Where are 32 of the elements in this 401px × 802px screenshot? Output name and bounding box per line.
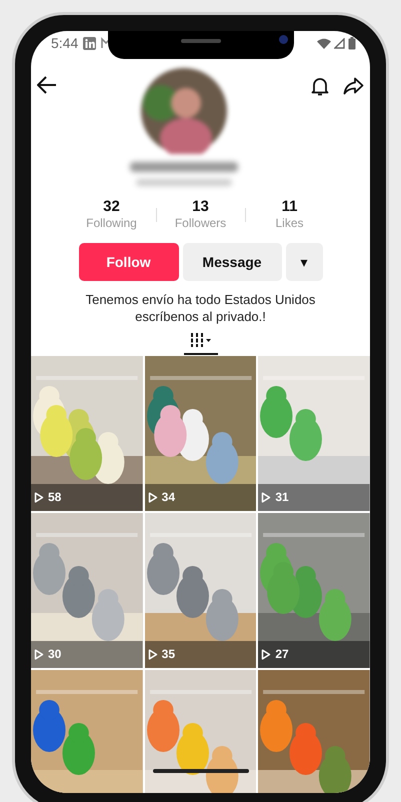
share-arrow-icon[interactable] [343,77,364,95]
stat-value: 32 [103,198,120,216]
play-icon [148,492,158,502]
play-icon [148,648,158,660]
stat-label: Followers [174,216,226,231]
status-time: 5:44 [51,34,78,53]
stat-label: Following [86,216,137,231]
play-icon [34,648,44,660]
view-count: 58 [48,489,62,506]
message-button[interactable]: Message [182,243,282,281]
view-count: 34 [162,489,176,506]
back-arrow-icon[interactable] [37,76,57,94]
view-count: 31 [275,489,289,506]
view-count: 35 [162,646,176,663]
view-count: 30 [48,646,62,663]
play-icon [261,648,272,660]
stat-value: 13 [192,198,209,216]
wifi-icon [317,38,331,49]
battery-icon [348,37,356,50]
signal-icon [334,38,345,49]
linkedin-icon [83,37,96,50]
play-icon [34,492,44,502]
play-icon [261,492,272,502]
grid-icon [190,333,212,347]
stat-label: Likes [275,216,304,231]
more-button[interactable]: ▾ [286,243,322,281]
bell-icon[interactable] [311,76,329,96]
stat-value: 11 [282,198,298,216]
follow-button[interactable]: Follow [78,243,178,281]
bio-text: Tenemos envío ha todo Estados Unidos escríbenos al privado.! [84,291,316,325]
view-count: 27 [275,646,289,663]
speaker-grille [180,39,220,43]
